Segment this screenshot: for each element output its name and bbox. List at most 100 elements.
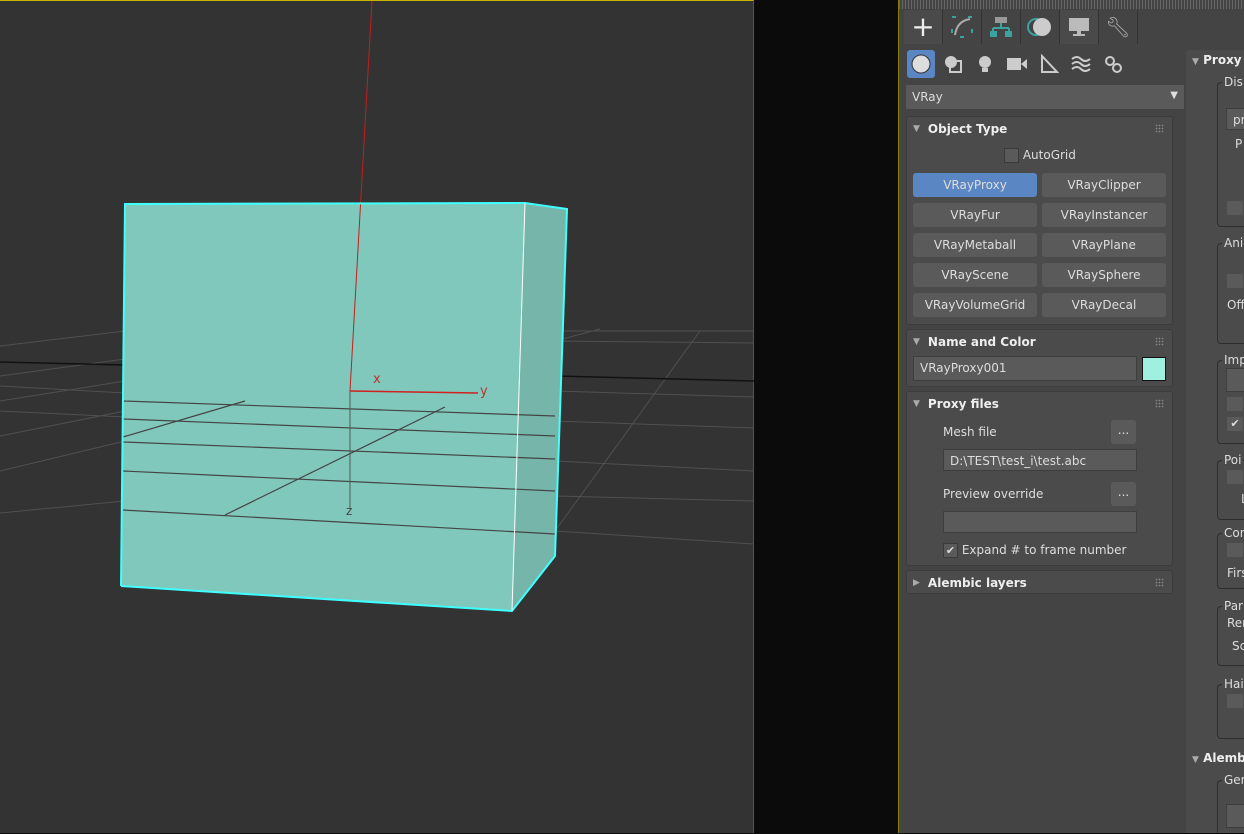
expand-frame-checkbox[interactable]: ✔ Expand # to frame number	[943, 543, 1126, 558]
rollout-title: Alembic layers	[927, 576, 1027, 590]
scene-canvas[interactable]: x y z	[0, 1, 754, 834]
rollout-alembic-layers: ▶ Alembic layers	[906, 570, 1173, 594]
rollout-header[interactable]: ▼ Proxy files	[907, 392, 1172, 416]
collapse-triangle-icon: ▼	[913, 399, 920, 409]
proxy-parameters-rollout: ▼ Proxy Dis pr P Ani Off Imp ✔ Poi L Con…	[1186, 50, 1244, 750]
preview-override-label: Preview override	[943, 487, 1044, 501]
mesh-file-input[interactable]: D:\TEST\test_i\test.abc	[943, 449, 1137, 471]
checkbox[interactable]	[1227, 694, 1243, 708]
vrayvolumegrid-button[interactable]: VRayVolumeGrid	[913, 293, 1037, 317]
box-front-face[interactable]	[121, 203, 525, 611]
category-lights[interactable]	[971, 50, 999, 78]
category-space-warps[interactable]	[1067, 50, 1095, 78]
vraymetaball-button[interactable]: VRayMetaball	[913, 233, 1037, 257]
sphere-icon	[911, 54, 931, 74]
shapes-icon	[945, 56, 962, 73]
collapse-triangle-icon: ▼	[913, 337, 920, 347]
rollout-header[interactable]: ▶ Alembic layers	[907, 571, 1172, 595]
vrayfur-button[interactable]: VRayFur	[913, 203, 1037, 227]
rollout-title: Proxy files	[927, 397, 999, 411]
grip-icon[interactable]	[1155, 124, 1164, 133]
rollout-header[interactable]: ▼ Proxy	[1192, 53, 1242, 67]
gears-icon	[1105, 56, 1122, 73]
label: Sc	[1232, 639, 1244, 653]
grip-icon[interactable]	[1155, 337, 1164, 346]
group-label: Imp	[1222, 353, 1244, 367]
vrayclipper-button[interactable]: VRayClipper	[1042, 173, 1166, 197]
monitor-icon	[1069, 18, 1089, 36]
rollout-title: Alemb	[1203, 751, 1244, 765]
category-dropdown[interactable]: VRay ▼	[906, 85, 1184, 109]
rollout-object-type: ▼ Object Type AutoGrid VRayProxy VRayClip…	[906, 116, 1173, 325]
label: Off	[1227, 298, 1244, 312]
world-axis-line	[0, 361, 126, 366]
checkbox[interactable]	[1227, 201, 1243, 215]
rollout-header[interactable]: ▼ Object Type	[907, 117, 1172, 141]
group-label: Con	[1222, 526, 1244, 540]
check-icon[interactable]: ✔	[943, 543, 958, 558]
label: Ren	[1227, 616, 1244, 630]
field[interactable]	[1226, 804, 1244, 828]
category-geometry[interactable]	[907, 50, 935, 78]
checkbox[interactable]	[1227, 274, 1243, 288]
viewport-perspective[interactable]: x y z	[0, 0, 754, 833]
vrayscene-button[interactable]: VRayScene	[913, 263, 1037, 287]
rollout-title: Proxy	[1203, 53, 1242, 67]
autogrid-checkbox[interactable]: AutoGrid	[1004, 148, 1076, 163]
grip-icon[interactable]	[1155, 578, 1164, 587]
command-tabs: + 🔧︎	[904, 10, 1138, 44]
checkbox[interactable]	[1227, 543, 1243, 557]
label: Firs	[1227, 566, 1244, 580]
category-shapes[interactable]	[939, 50, 967, 78]
group-label: Par	[1222, 599, 1244, 613]
panel-drag-strip[interactable]	[899, 0, 1244, 9]
tab-create[interactable]: +	[904, 10, 943, 44]
checkbox[interactable]	[1227, 397, 1243, 411]
dropdown-value: VRay	[912, 90, 943, 104]
point-group	[1217, 460, 1244, 520]
animation-group	[1217, 243, 1244, 344]
wrench-icon: 🔧︎	[1105, 15, 1131, 39]
particles-group	[1217, 606, 1244, 666]
grip-icon[interactable]	[1155, 399, 1164, 408]
mesh-file-label: Mesh file	[943, 425, 997, 439]
category-systems[interactable]	[1099, 50, 1127, 78]
tab-hierarchy[interactable]	[982, 10, 1021, 44]
camera-icon	[1007, 58, 1027, 70]
vrayplane-button[interactable]: VRayPlane	[1042, 233, 1166, 257]
group-label: Ani	[1222, 236, 1244, 250]
object-name-input[interactable]: VRayProxy001	[913, 356, 1137, 381]
mesh-file-browse-button[interactable]: ...	[1111, 420, 1136, 444]
collapse-triangle-icon: ▼	[913, 124, 920, 134]
vraysphere-button[interactable]: VRaySphere	[1042, 263, 1166, 287]
autogrid-label: AutoGrid	[1022, 148, 1076, 162]
rollout-header[interactable]: ▼ Name and Color	[907, 330, 1172, 354]
rollout-header[interactable]: ▼ Alemb	[1192, 751, 1244, 765]
category-cameras[interactable]	[1003, 50, 1031, 78]
lightbulb-icon	[979, 56, 991, 72]
category-helpers[interactable]	[1035, 50, 1063, 78]
vrayproxy-button[interactable]: VRayProxy	[913, 173, 1037, 197]
preview-override-input[interactable]	[943, 511, 1137, 533]
tab-utilities[interactable]: 🔧︎	[1099, 10, 1138, 44]
con-group	[1217, 533, 1244, 589]
vrayinstancer-button[interactable]: VRayInstancer	[1042, 203, 1166, 227]
expand-frame-label: Expand # to frame number	[961, 543, 1127, 557]
checkbox[interactable]	[1227, 470, 1243, 484]
preview-override-browse-button[interactable]: ...	[1111, 482, 1136, 506]
plus-icon: +	[911, 10, 935, 43]
group-label: Hai	[1222, 677, 1244, 691]
tab-modify[interactable]	[943, 10, 982, 44]
display-mode-field[interactable]: pr	[1226, 108, 1244, 130]
vraydecal-button[interactable]: VRayDecal	[1042, 293, 1166, 317]
check-icon[interactable]: ✔	[1227, 417, 1243, 431]
checkbox[interactable]	[1004, 148, 1019, 163]
chevron-down-icon: ▼	[1170, 90, 1178, 101]
group-label: Poi	[1222, 453, 1244, 467]
object-color-swatch[interactable]	[1142, 357, 1166, 381]
hair-group	[1217, 684, 1244, 739]
tab-motion[interactable]	[1021, 10, 1060, 44]
tab-display[interactable]	[1060, 10, 1099, 44]
command-panel: + 🔧︎ VRay ▼ ▼ Object Type AutoGrid VRayPr…	[898, 0, 1244, 833]
button[interactable]	[1226, 368, 1244, 392]
